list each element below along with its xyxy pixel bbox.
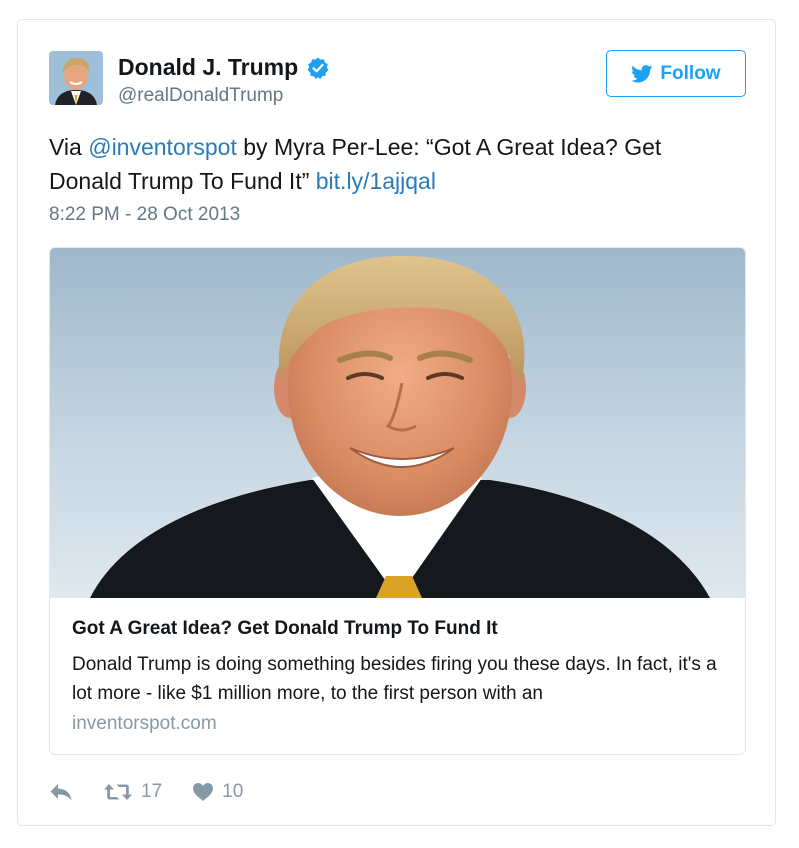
display-name-text: Donald J. Trump (118, 54, 299, 80)
like-count: 10 (222, 781, 244, 802)
screen-name[interactable]: @realDonaldTrump (118, 85, 283, 107)
short-link[interactable]: bit.ly/1ajjqal (316, 168, 436, 194)
verified-badge-icon (307, 57, 329, 79)
tweet-actions: 17 10 (49, 778, 243, 806)
retweet-icon (104, 784, 132, 800)
card-description: Donald Trump is doing something besides … (72, 654, 717, 704)
follow-label: Follow (660, 62, 721, 84)
timestamp[interactable]: 8:22 PM - 28 Oct 2013 (49, 204, 240, 226)
reply-icon (50, 784, 72, 801)
avatar[interactable] (49, 51, 103, 105)
follow-button[interactable]: Follow (606, 50, 746, 97)
twitter-bird-icon (631, 64, 653, 82)
avatar-photo-icon (49, 51, 103, 105)
retweet-count: 17 (141, 781, 163, 802)
tweet-text-prefix: Via (49, 134, 89, 160)
card-image[interactable] (50, 248, 745, 598)
display-name[interactable]: Donald J. Trump (118, 54, 330, 81)
card-title: Got A Great Idea? Get Donald Trump To Fu… (72, 618, 498, 639)
retweet-button[interactable]: 17 (103, 781, 162, 803)
tweet-card: Donald J. Trump @realDonaldTrump Follow … (17, 19, 776, 826)
card-domain: inventorspot.com (72, 713, 217, 734)
like-button[interactable]: 10 (192, 781, 243, 803)
reply-button[interactable] (49, 782, 73, 802)
link-card[interactable]: Got A Great Idea? Get Donald Trump To Fu… (49, 247, 746, 755)
heart-icon (193, 783, 214, 801)
tweet-text: Via @inventorspot by Myra Per-Lee: “Got … (49, 130, 729, 198)
mention-link[interactable]: @inventorspot (88, 134, 237, 160)
portrait-photo-icon (90, 255, 710, 598)
